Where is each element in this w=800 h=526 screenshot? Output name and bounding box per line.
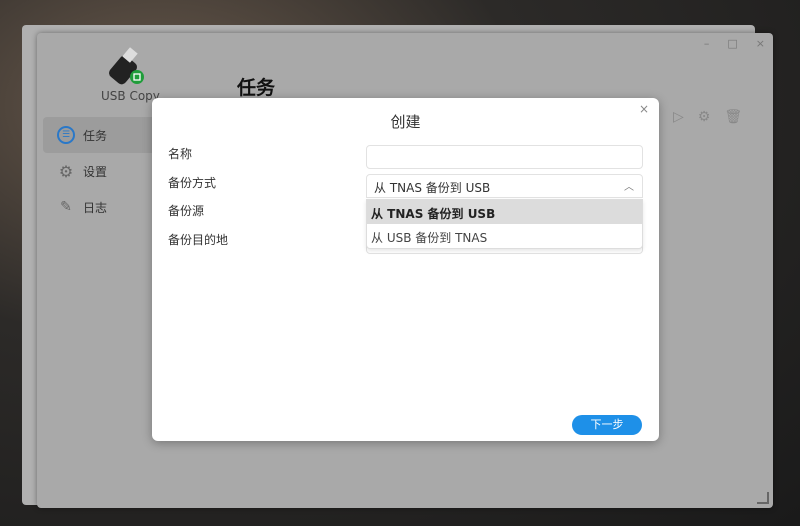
backup-source-label: 备份源 [168, 204, 205, 218]
sidebar-item-logs[interactable]: ✎ 日志 [43, 189, 163, 225]
next-button[interactable]: 下一步 [572, 415, 642, 435]
window-controls: – □ × [704, 37, 765, 50]
settings-icon[interactable]: ⚙ [698, 109, 711, 125]
backup-destination-label: 备份目的地 [168, 233, 229, 247]
play-icon[interactable]: ▷ [673, 109, 684, 125]
sidebar-item-label: 任务 [83, 128, 108, 143]
minimize-button[interactable]: – [704, 37, 710, 50]
toolbar: ▷ ⚙ 🗑 [673, 109, 742, 125]
chevron-up-icon: ︿ [624, 182, 634, 193]
resize-handle[interactable] [757, 492, 769, 504]
sidebar-item-tasks[interactable]: ☰ 任务 [43, 117, 163, 153]
dropdown-option[interactable]: 从 USB 备份到 TNAS [367, 224, 642, 248]
sidebar-item-label: 设置 [83, 164, 108, 179]
app-name: USB Copy [101, 89, 160, 103]
name-input[interactable] [366, 145, 643, 169]
tasks-icon: ☰ [57, 126, 75, 144]
gear-icon: ⚙ [58, 161, 74, 181]
maximize-button[interactable]: □ [727, 37, 737, 50]
dialog-close-button[interactable]: × [639, 102, 649, 116]
sidebar-item-label: 日志 [83, 200, 108, 215]
usb-drive-icon [109, 47, 144, 85]
dropdown-option[interactable]: 从 TNAS 备份到 USB [367, 200, 642, 224]
dialog-title: 创建 [390, 113, 421, 131]
log-icon: ✎ [60, 199, 72, 215]
sidebar: ☰ 任务 ⚙ 设置 ✎ 日志 [43, 117, 163, 225]
backup-method-select[interactable]: 从 TNAS 备份到 USB ︿ [366, 174, 643, 198]
selected-value: 从 TNAS 备份到 USB [374, 181, 491, 195]
name-label: 名称 [168, 147, 193, 161]
backup-method-label: 备份方式 [168, 176, 217, 190]
backup-method-dropdown: 从 TNAS 备份到 USB 从 USB 备份到 TNAS [366, 199, 643, 249]
page-title: 任务 [237, 77, 276, 99]
sidebar-item-settings[interactable]: ⚙ 设置 [43, 153, 163, 189]
trash-icon[interactable]: 🗑 [724, 109, 742, 125]
close-button[interactable]: × [756, 37, 765, 50]
create-dialog: 创建 × 名称 备份方式 备份源 备份目的地 从 TNAS 备份到 USB ︿ … [152, 98, 659, 441]
